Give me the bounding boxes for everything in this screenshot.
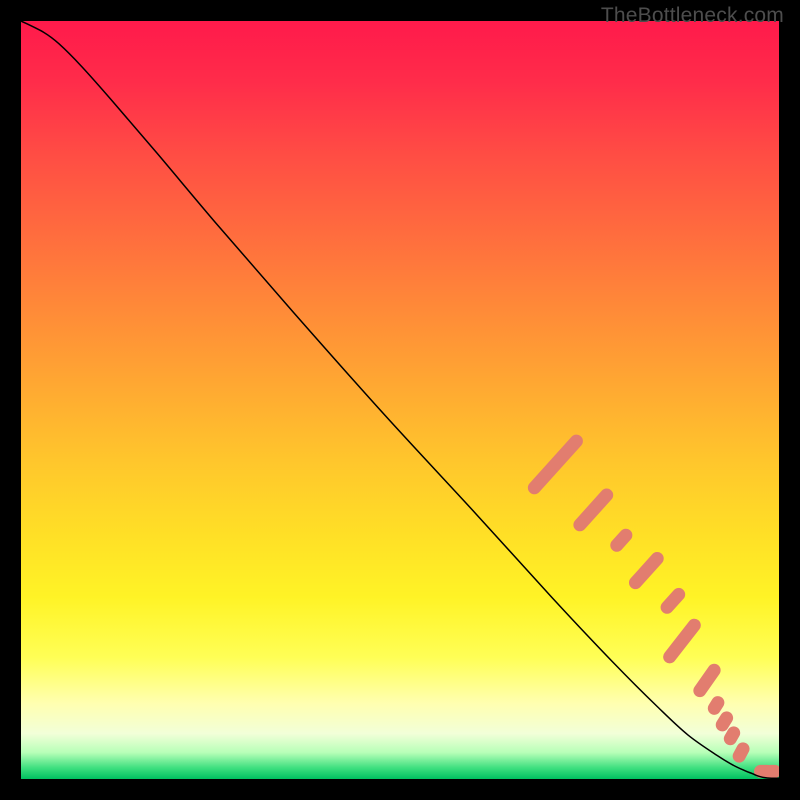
chart-plot <box>21 21 779 779</box>
chart-svg <box>21 21 779 779</box>
chart-stage: TheBottleneck.com <box>0 0 800 800</box>
marker-capsule <box>765 765 779 778</box>
watermark-text: TheBottleneck.com <box>601 4 784 28</box>
chart-background <box>21 21 779 779</box>
